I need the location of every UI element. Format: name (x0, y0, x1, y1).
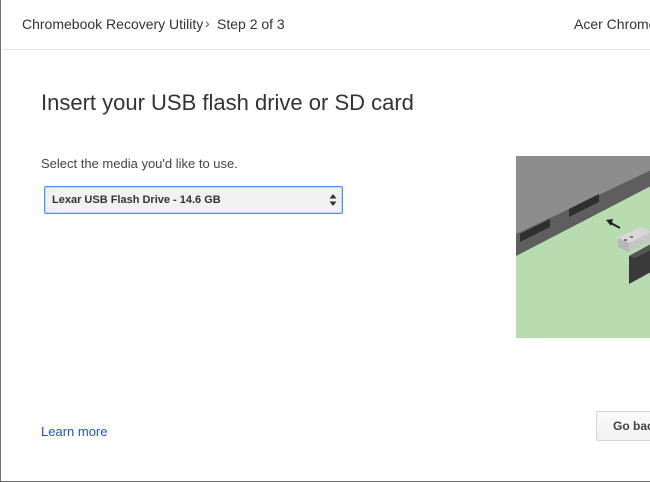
media-select[interactable]: Lexar USB Flash Drive - 14.6 GB (44, 186, 343, 214)
breadcrumb-separator: › (205, 15, 210, 31)
device-name: Acer Chrome (574, 16, 650, 32)
app-title: Chromebook Recovery Utility (22, 16, 204, 32)
go-back-button[interactable]: Go back (596, 411, 650, 441)
app-window: Chromebook Recovery Utility › Step 2 of … (0, 0, 650, 482)
usb-insertion-illustration (516, 156, 650, 338)
illustration-drawing (516, 156, 650, 338)
page-title: Insert your USB flash drive or SD card (41, 90, 414, 115)
media-select-value: Lexar USB Flash Drive - 14.6 GB (52, 194, 221, 206)
header-bar: Chromebook Recovery Utility › Step 2 of … (2, 0, 650, 50)
select-arrows-icon (329, 194, 337, 206)
learn-more-link[interactable]: Learn more (41, 424, 107, 439)
step-indicator: Step 2 of 3 (217, 16, 285, 32)
media-prompt: Select the media you'd like to use. (41, 156, 238, 171)
